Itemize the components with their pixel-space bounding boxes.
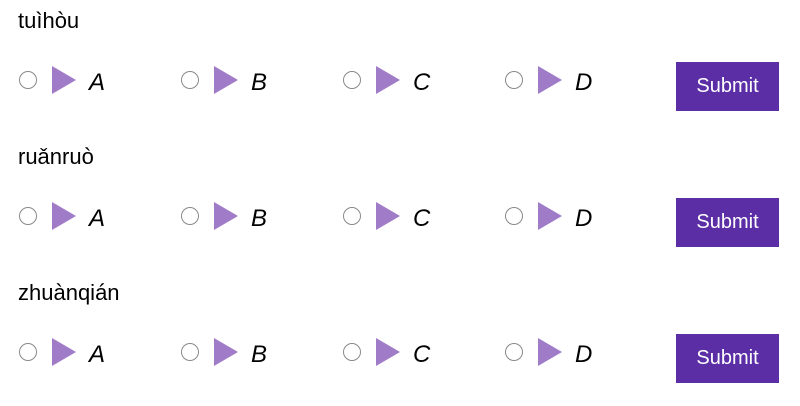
- question-2: ruǎnruò A B C D Submit: [0, 136, 800, 270]
- play-icon[interactable]: [537, 65, 563, 95]
- radio-button[interactable]: [505, 343, 523, 361]
- question-1: tuìhòu A B C D Submit: [0, 0, 800, 134]
- option-label: C: [413, 341, 431, 368]
- option-label: B: [251, 69, 268, 96]
- play-icon[interactable]: [537, 201, 563, 231]
- submit-button[interactable]: Submit: [676, 62, 779, 111]
- question-word: zhuànqián: [18, 280, 120, 305]
- radio-button[interactable]: [181, 71, 199, 89]
- option-b[interactable]: B: [180, 332, 300, 372]
- radio-button[interactable]: [505, 207, 523, 225]
- radio-button[interactable]: [181, 343, 199, 361]
- option-c[interactable]: C: [342, 332, 462, 372]
- question-word: ruǎnruò: [18, 144, 94, 169]
- option-a[interactable]: A: [18, 60, 138, 100]
- radio-button[interactable]: [343, 207, 361, 225]
- play-icon[interactable]: [375, 65, 401, 95]
- radio-button[interactable]: [19, 207, 37, 225]
- option-a[interactable]: A: [18, 196, 138, 236]
- option-label: D: [575, 341, 593, 368]
- play-icon[interactable]: [213, 65, 239, 95]
- submit-button[interactable]: Submit: [676, 334, 779, 383]
- option-label: D: [575, 205, 593, 232]
- option-label: B: [251, 341, 268, 368]
- radio-button[interactable]: [181, 207, 199, 225]
- option-label: C: [413, 69, 431, 96]
- option-label: D: [575, 69, 593, 96]
- option-label: B: [251, 205, 268, 232]
- radio-button[interactable]: [343, 71, 361, 89]
- radio-button[interactable]: [343, 343, 361, 361]
- option-d[interactable]: D: [504, 196, 624, 236]
- play-icon[interactable]: [51, 65, 77, 95]
- option-label: A: [89, 341, 106, 368]
- option-label: C: [413, 205, 431, 232]
- question-3: zhuànqián A B C D Submit: [0, 272, 800, 406]
- submit-button[interactable]: Submit: [676, 198, 779, 247]
- option-c[interactable]: C: [342, 196, 462, 236]
- radio-button[interactable]: [19, 71, 37, 89]
- option-d[interactable]: D: [504, 332, 624, 372]
- play-icon[interactable]: [375, 337, 401, 367]
- radio-button[interactable]: [505, 71, 523, 89]
- play-icon[interactable]: [51, 337, 77, 367]
- play-icon[interactable]: [51, 201, 77, 231]
- radio-button[interactable]: [19, 343, 37, 361]
- option-b[interactable]: B: [180, 60, 300, 100]
- option-c[interactable]: C: [342, 60, 462, 100]
- play-icon[interactable]: [213, 201, 239, 231]
- question-word: tuìhòu: [18, 8, 80, 33]
- play-icon[interactable]: [537, 337, 563, 367]
- option-d[interactable]: D: [504, 60, 624, 100]
- option-a[interactable]: A: [18, 332, 138, 372]
- option-b[interactable]: B: [180, 196, 300, 236]
- option-label: A: [89, 69, 106, 96]
- play-icon[interactable]: [375, 201, 401, 231]
- option-label: A: [89, 205, 106, 232]
- play-icon[interactable]: [213, 337, 239, 367]
